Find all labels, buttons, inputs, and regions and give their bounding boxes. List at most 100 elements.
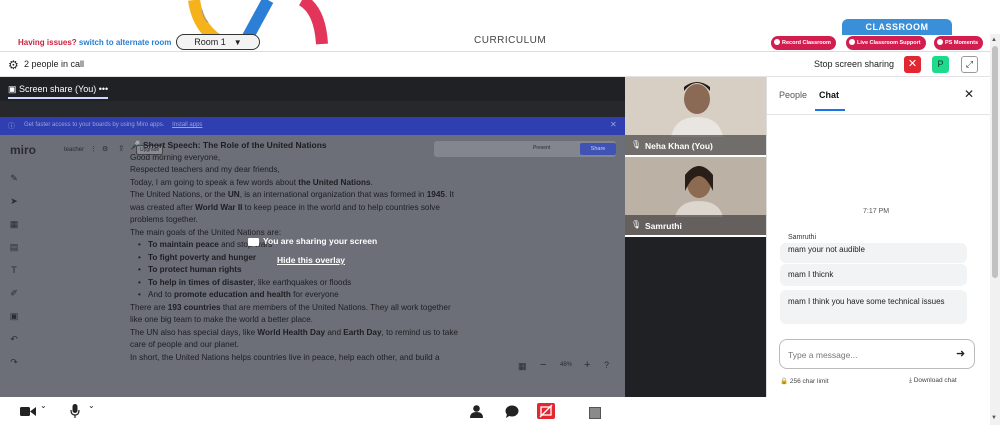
screen-share-tab[interactable]: ▣ Screen share (You) •••: [8, 84, 108, 95]
upload-icon[interactable]: ▣: [7, 309, 21, 323]
frame-icon[interactable]: ▦: [7, 217, 21, 231]
divider: [767, 114, 991, 115]
scroll-up-icon[interactable]: ▲: [991, 37, 997, 43]
text-span: The UN also has special days, like: [130, 327, 258, 337]
browser-strip: [0, 101, 625, 117]
pen-icon[interactable]: ✐: [7, 286, 21, 300]
tab-people[interactable]: People: [779, 90, 807, 100]
scrollbar-thumb[interactable]: [992, 46, 998, 278]
grid-icon[interactable]: ▦: [518, 361, 527, 372]
zoom-out-icon[interactable]: −: [540, 359, 546, 371]
classroom-tab[interactable]: CLASSROOM: [842, 19, 952, 35]
whiteboard-icon[interactable]: [589, 407, 601, 419]
participant-video: [665, 77, 729, 137]
caret-down-icon: ▼: [233, 38, 242, 47]
ps-moments-button[interactable]: PS Moments: [934, 36, 984, 50]
text-span: was created after: [130, 202, 196, 212]
having-issues-text: Having issues? switch to alternate room: [18, 38, 171, 47]
text-line: Good morning everyone,: [130, 152, 221, 162]
more-options-icon[interactable]: •••: [99, 84, 108, 94]
menu-icon[interactable]: ⋮: [90, 145, 97, 153]
live-support-label: Live Classroom Support: [857, 40, 921, 46]
call-bar: ⚙ 2 people in call Stop screen sharing ✕…: [0, 53, 990, 77]
banner-text: Get faster access to your boards by usin…: [24, 122, 202, 128]
scroll-down-icon[interactable]: ▼: [991, 415, 997, 421]
text-bold: the United Nations: [298, 177, 371, 187]
tab-chat[interactable]: Chat: [819, 90, 839, 100]
tab-underline: [815, 109, 845, 111]
text-icon[interactable]: T: [7, 263, 21, 277]
sharing-overlay-message: You are sharing your screen: [248, 236, 377, 246]
redo-icon[interactable]: ↷: [7, 355, 21, 369]
text-span: , is an international organization that …: [239, 190, 427, 199]
select-icon[interactable]: ➤: [7, 194, 21, 208]
share-button[interactable]: Share: [580, 143, 616, 155]
stop-screen-share-icon[interactable]: [537, 403, 555, 419]
chat-message: mam I thicnk: [780, 264, 967, 286]
text-bold: To protect human rights: [148, 265, 242, 274]
present-button[interactable]: Present: [533, 145, 550, 151]
text-bold: To help in times of disaster: [148, 277, 254, 287]
magic-icon[interactable]: ✎: [7, 171, 21, 185]
text-line: problems together.: [130, 215, 198, 224]
screen-share-icon: ▣: [8, 84, 20, 94]
close-icon[interactable]: ✕: [964, 87, 974, 101]
message-input[interactable]: [788, 348, 938, 362]
shared-document: miro teacher ⋮ ⚙ ⇪ Upgrade Present Share…: [0, 135, 625, 397]
send-icon[interactable]: ➜: [956, 347, 965, 360]
text-span: There are: [130, 302, 168, 312]
people-icon[interactable]: [470, 405, 483, 418]
record-classroom-button[interactable]: Record Classroom: [771, 36, 836, 50]
live-support-button[interactable]: Live Classroom Support: [846, 36, 926, 50]
miro-left-toolbar: ✎ ➤ ▦ ▤ T ✐ ▣ ↶ ↷: [4, 171, 24, 371]
hide-overlay-link[interactable]: Hide this overlay: [277, 255, 345, 265]
message-text: mam I think you have some technical issu…: [788, 297, 945, 306]
message-text: mam I thicnk: [788, 270, 834, 279]
chat-message: mam I think you have some technical issu…: [780, 290, 967, 324]
support-icon: [849, 39, 855, 46]
zoom-in-icon[interactable]: +: [584, 359, 590, 371]
curriculum-tab[interactable]: CURRICULUM: [474, 35, 546, 46]
overlay-text: You are sharing your screen: [263, 236, 378, 246]
app-root: Having issues? switch to alternate room …: [0, 0, 1000, 425]
bottom-toolbar: ⌄ ⌄: [0, 397, 990, 425]
chat-icon[interactable]: [505, 405, 519, 418]
stop-share-button[interactable]: ✕: [904, 56, 921, 73]
undo-icon[interactable]: ↶: [7, 332, 21, 346]
text-bold: UN: [227, 190, 240, 199]
room-select[interactable]: Room 1 ▼: [176, 34, 260, 50]
stop-share-label: Stop screen sharing: [814, 59, 895, 69]
text-bold: promote education and health: [173, 290, 291, 299]
text-span: , like earthquakes or floods: [253, 277, 352, 287]
gear-icon[interactable]: ⚙: [8, 58, 19, 72]
text-bold: 193 countries: [167, 302, 221, 312]
text-bold: World War II: [195, 202, 243, 212]
participant-tile: 🎙 Samruthi: [625, 157, 766, 235]
top-bar: Having issues? switch to alternate room …: [0, 0, 990, 52]
text-bold: To maintain peace: [148, 240, 219, 249]
download-chat-button[interactable]: ⤓ Download chat: [909, 377, 957, 385]
settings-icon[interactable]: ⚙: [102, 145, 108, 153]
close-icon[interactable]: ✕: [610, 120, 617, 129]
screen-share-area: ▣ Screen share (You) ••• ⓘ Get faster ac…: [0, 77, 625, 397]
chevron-down-icon[interactable]: ⌄: [88, 401, 95, 410]
sticky-note-icon[interactable]: ▤: [7, 240, 21, 254]
miro-zoom-bar: ▦ − 48% + ?: [512, 359, 624, 377]
chevron-down-icon[interactable]: ⌄: [40, 401, 47, 410]
expand-icon[interactable]: ⤢: [961, 56, 978, 73]
avatar[interactable]: P: [932, 56, 949, 73]
text-line: The United Nations, or the UN, is an int…: [130, 189, 500, 202]
camera-icon[interactable]: [20, 406, 36, 417]
text-span: for everyone: [290, 290, 339, 299]
room-label: Room 1: [194, 37, 226, 47]
miro-logo: miro: [10, 143, 37, 157]
miro-board-name[interactable]: teacher: [64, 147, 84, 153]
help-icon[interactable]: ?: [604, 360, 609, 370]
alternate-room-link[interactable]: switch to alternate room: [79, 38, 171, 47]
record-classroom-label: Record Classroom: [782, 40, 831, 46]
download-chat-label: Download chat: [913, 377, 957, 384]
text-line: care of people and our planet.: [130, 340, 239, 349]
export-icon[interactable]: ⇪: [118, 144, 125, 153]
mic-icon[interactable]: [70, 404, 80, 418]
install-apps-link[interactable]: Install apps: [172, 122, 202, 128]
